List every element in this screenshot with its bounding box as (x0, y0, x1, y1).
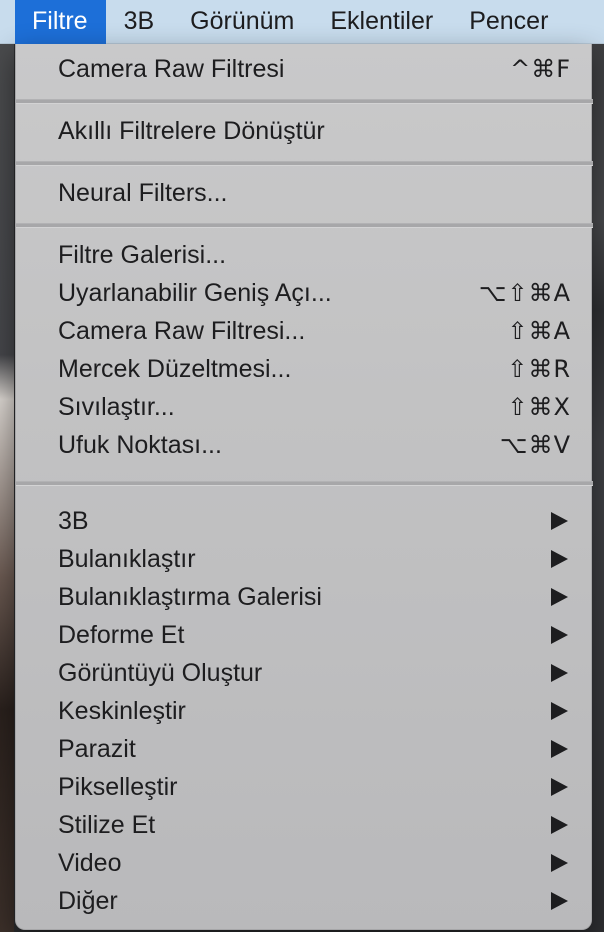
menubar-item-filtre[interactable]: Filtre (15, 0, 106, 44)
menu-item-blur-gallery[interactable]: Bulanıklaştırma Galerisi (16, 578, 593, 616)
submenu-arrow-icon (551, 626, 568, 644)
menu-item-shortcut: ⌥⇧⌘A (478, 279, 571, 307)
submenu-arrow-icon (551, 702, 568, 720)
menu-item-label: Uyarlanabilir Geniş Açı... (58, 278, 332, 307)
submenu-arrow-icon (551, 854, 568, 872)
menu-item-liquify[interactable]: Sıvılaştır... ⇧⌘X (16, 388, 593, 426)
submenu-arrow-icon (551, 664, 568, 682)
menu-item-shortcut: ⌥⌘V (499, 431, 571, 459)
menu-item-shortcut: ⇧⌘A (507, 317, 571, 345)
menubar-item-3b[interactable]: 3B (106, 0, 173, 44)
menu-item-label: Camera Raw Filtresi (58, 54, 285, 83)
menu-item-pixelate[interactable]: Pikselleştir (16, 768, 593, 806)
menu-item-noise[interactable]: Parazit (16, 730, 593, 768)
menu-item-shortcut: ⇧⌘X (507, 393, 571, 421)
menu-separator (16, 223, 593, 228)
menu-item-filter-gallery[interactable]: Filtre Galerisi... (16, 236, 593, 274)
menu-item-camera-raw-filter-last[interactable]: Camera Raw Filtresi ^⌘F (16, 50, 593, 88)
menu-item-convert-smart-filters[interactable]: Akıllı Filtrelere Dönüştür (16, 112, 593, 150)
menu-item-blur[interactable]: Bulanıklaştır (16, 540, 593, 578)
menu-item-video[interactable]: Video (16, 844, 593, 882)
menu-item-shortcut: ⇧⌘R (507, 355, 571, 383)
menu-item-render[interactable]: Görüntüyü Oluştur (16, 654, 593, 692)
menu-item-label: Stilize Et (58, 810, 156, 839)
menu-item-label: Video (58, 848, 122, 877)
menu-item-label: Akıllı Filtrelere Dönüştür (58, 116, 325, 145)
menu-item-adaptive-wide-angle[interactable]: Uyarlanabilir Geniş Açı... ⌥⇧⌘A (16, 274, 593, 312)
menu-item-vanishing-point[interactable]: Ufuk Noktası... ⌥⌘V (16, 426, 593, 464)
menu-item-label: Ufuk Noktası... (58, 430, 222, 459)
menu-separator (16, 161, 593, 166)
submenu-arrow-icon (551, 512, 568, 530)
menu-item-label: Bulanıklaştırma Galerisi (58, 582, 322, 611)
submenu-arrow-icon (551, 740, 568, 758)
menu-item-label: Deforme Et (58, 620, 185, 649)
menubar-item-pencere[interactable]: Pencer (451, 0, 566, 44)
menu-bar: Filtre 3B Görünüm Eklentiler Pencer (0, 0, 604, 44)
submenu-arrow-icon (551, 778, 568, 796)
menu-item-label: Keskinleştir (58, 696, 186, 725)
background-canvas-left (0, 44, 14, 932)
menu-item-label: Pikselleştir (58, 772, 178, 801)
menu-item-label: Filtre Galerisi... (58, 240, 227, 269)
menu-item-label: Görüntüyü Oluştur (58, 658, 263, 687)
menu-item-label: Mercek Düzeltmesi... (58, 354, 292, 383)
menu-item-shortcut: ^⌘F (510, 55, 571, 83)
submenu-arrow-icon (551, 588, 568, 606)
menubar-item-gorunum[interactable]: Görünüm (172, 0, 312, 44)
menu-item-label: Camera Raw Filtresi... (58, 316, 306, 345)
menu-item-label: Diğer (58, 886, 118, 915)
submenu-arrow-icon (551, 816, 568, 834)
menu-item-label: Bulanıklaştır (58, 544, 196, 573)
menu-item-lens-correction[interactable]: Mercek Düzeltmesi... ⇧⌘R (16, 350, 593, 388)
menu-item-3d[interactable]: 3B (16, 502, 593, 540)
menu-item-neural-filters[interactable]: Neural Filters... (16, 174, 593, 212)
menu-item-other[interactable]: Diğer (16, 882, 593, 920)
menu-item-camera-raw-filter[interactable]: Camera Raw Filtresi... ⇧⌘A (16, 312, 593, 350)
menu-item-stylize[interactable]: Stilize Et (16, 806, 593, 844)
submenu-arrow-icon (551, 550, 568, 568)
menubar-item-eklentiler[interactable]: Eklentiler (312, 0, 451, 44)
menu-item-label: Parazit (58, 734, 136, 763)
menu-item-label: 3B (58, 506, 89, 535)
menu-item-label: Neural Filters... (58, 178, 228, 207)
menu-item-distort[interactable]: Deforme Et (16, 616, 593, 654)
menu-separator (16, 481, 593, 486)
menu-item-sharpen[interactable]: Keskinleştir (16, 692, 593, 730)
menu-item-label: Sıvılaştır... (58, 392, 175, 421)
menu-separator (16, 99, 593, 104)
submenu-arrow-icon (551, 892, 568, 910)
filter-dropdown-menu: Camera Raw Filtresi ^⌘F Akıllı Filtreler… (15, 44, 593, 930)
